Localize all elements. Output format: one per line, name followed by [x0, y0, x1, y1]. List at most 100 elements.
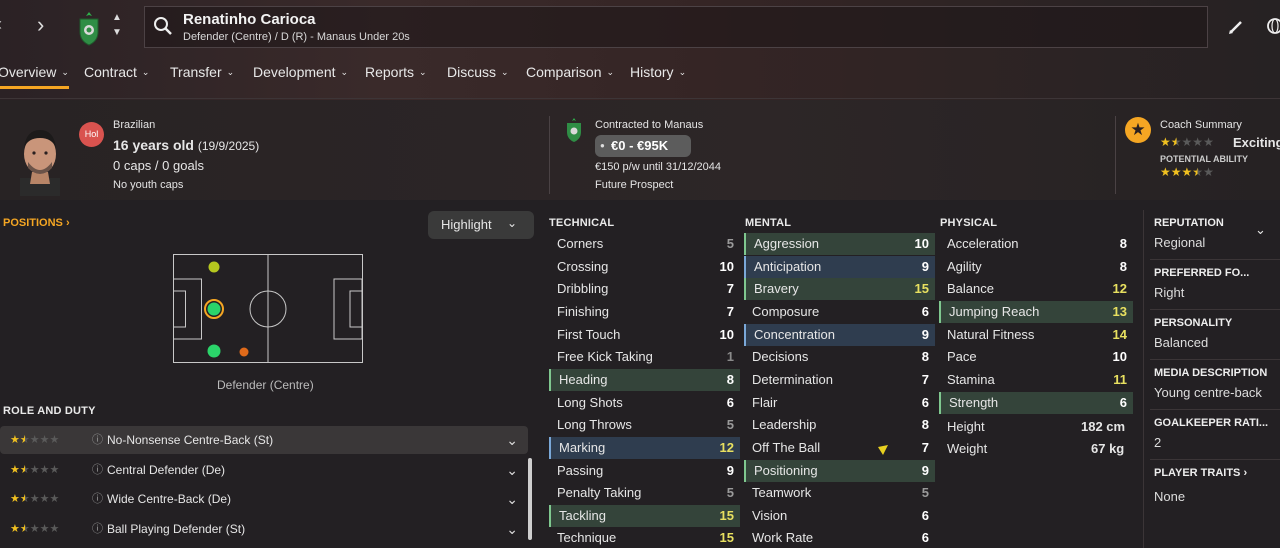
tab-overview[interactable]: Overview ⌄ — [0, 64, 69, 80]
positions-link[interactable]: POSITIONS › — [3, 217, 70, 229]
value-range: €0 - €95K — [611, 138, 669, 153]
attribute-name: Anticipation — [754, 258, 822, 274]
role-stars: ★★★★★ — [10, 523, 60, 536]
forward-icon[interactable]: › — [37, 12, 44, 38]
chevron-down-icon[interactable]: ⌄ — [506, 456, 518, 484]
attribute-value: 6 — [726, 394, 734, 410]
chevron-down-icon[interactable]: ⌄ — [1255, 222, 1266, 238]
attribute-row[interactable]: First Touch 10 — [549, 324, 740, 346]
tab-reports[interactable]: Reports ⌄ — [365, 64, 427, 80]
attribute-row[interactable]: Determination 7 — [744, 369, 935, 391]
pitch-diagram — [173, 254, 363, 363]
media-description-value: Young centre-back — [1154, 385, 1262, 400]
scrollbar[interactable] — [528, 458, 532, 540]
attribute-name: Teamwork — [752, 485, 812, 501]
info-icon[interactable]: ⓘ — [92, 485, 103, 513]
attribute-row[interactable]: Off The Ball 7 — [744, 437, 935, 459]
attribute-value: 11 — [1113, 371, 1127, 387]
tab-discuss[interactable]: Discuss ⌄ — [447, 64, 509, 80]
info-icon[interactable]: ⓘ — [92, 426, 103, 454]
date-of-birth: (19/9/2025) — [197, 139, 260, 153]
player-traits-link[interactable]: PLAYER TRAITS › — [1154, 467, 1247, 479]
attribute-name: Balance — [947, 281, 994, 297]
attribute-row[interactable]: Pace 10 — [939, 346, 1133, 368]
globe-icon[interactable] — [1266, 17, 1280, 37]
tab-transfer[interactable]: Transfer ⌄ — [170, 64, 234, 80]
attribute-row[interactable]: Heading 8 — [549, 368, 740, 391]
reputation-label: REPUTATION — [1154, 217, 1224, 229]
divider — [0, 98, 1280, 99]
attribute-row[interactable]: Flair 6 — [744, 392, 935, 414]
role-stars: ★★★★★ — [10, 463, 60, 476]
role-row[interactable]: ★★★★★ ⓘ Central Defender (De) ⌄ — [0, 456, 528, 484]
attribute-row[interactable]: Long Shots 6 — [549, 392, 740, 414]
attribute-value: 6 — [921, 394, 929, 410]
highlight-dropdown[interactable]: Highlight ⌄ — [428, 211, 534, 239]
value-range-badge[interactable]: ● €0 - €95K — [595, 135, 691, 157]
chevron-down-icon[interactable]: ⌄ — [506, 485, 518, 513]
attribute-row[interactable]: Composure 6 — [744, 301, 935, 323]
scroll-up-icon[interactable]: ▲ — [112, 12, 122, 23]
attribute-row[interactable]: Positioning 9 — [744, 459, 935, 482]
attribute-row[interactable]: Decisions 8 — [744, 346, 935, 368]
info-icon[interactable]: ⓘ — [92, 515, 103, 543]
attribute-row[interactable]: Stamina 11 — [939, 369, 1133, 391]
role-row[interactable]: ★★★★★ ⓘ Ball Playing Defender (St) ⌄ — [0, 515, 528, 543]
chevron-down-icon[interactable]: ⌄ — [506, 426, 518, 454]
attribute-name: First Touch — [557, 326, 621, 342]
attribute-row[interactable]: Jumping Reach 13 — [939, 300, 1133, 323]
attribute-name: Heading — [559, 371, 608, 387]
attribute-name: Natural Fitness — [947, 326, 1035, 342]
pencil-icon[interactable] — [1228, 19, 1244, 35]
attribute-row[interactable]: Marking 12 — [549, 436, 740, 459]
tab-history[interactable]: History ⌄ — [630, 64, 686, 80]
attribute-value: 8 — [1119, 236, 1127, 251]
role-row[interactable]: ★★★★★ ⓘ No-Nonsense Centre-Back (St) ⌄ — [0, 426, 528, 454]
attribute-row[interactable]: Bravery 15 — [744, 278, 935, 301]
tab-development[interactable]: Development ⌄ — [253, 64, 348, 80]
attribute-row[interactable]: Acceleration 8 — [939, 233, 1133, 255]
age: 16 years old — [113, 137, 194, 153]
attribute-row[interactable]: Crossing 10 — [549, 256, 740, 278]
divider — [1115, 116, 1116, 194]
age-line: 16 years old (19/9/2025) — [113, 137, 259, 153]
attribute-row[interactable]: Strength 6 — [939, 391, 1133, 414]
role-row[interactable]: ★★★★★ ⓘ Wide Centre-Back (De) ⌄ — [0, 485, 528, 513]
attribute-row[interactable]: Long Throws 5 — [549, 414, 740, 436]
position-badge: Hol — [79, 122, 104, 147]
attribute-row[interactable]: Anticipation 9 — [744, 255, 935, 278]
attribute-row[interactable]: Tackling 15 — [549, 504, 740, 527]
attribute-row[interactable]: Corners 5 — [549, 233, 740, 255]
attribute-row[interactable]: Free Kick Taking 1 — [549, 346, 740, 368]
back-icon[interactable]: ‹ — [0, 14, 2, 35]
attribute-row[interactable]: Leadership 8 — [744, 414, 935, 436]
info-icon[interactable]: ⓘ — [92, 456, 103, 484]
attribute-name: Dribbling — [557, 281, 609, 297]
attribute-value: 12 — [719, 439, 734, 455]
attribute-row[interactable]: Passing 9 — [549, 460, 740, 482]
chevron-down-icon[interactable]: ⌄ — [506, 515, 518, 543]
scroll-down-icon[interactable]: ▼ — [112, 27, 122, 38]
prospect-status: Future Prospect — [595, 179, 674, 191]
attribute-row[interactable]: Dribbling 7 — [549, 278, 740, 300]
current-ability-stars: ★★★★★ — [1160, 135, 1214, 149]
attribute-row[interactable]: Penalty Taking 5 — [549, 482, 740, 504]
attribute-row[interactable]: Balance 12 — [939, 278, 1133, 300]
tab-comparison[interactable]: Comparison ⌄ — [526, 64, 614, 80]
personality-value: Balanced — [1154, 335, 1209, 350]
position-marker — [207, 302, 221, 316]
tab-contract[interactable]: Contract ⌄ — [84, 64, 149, 80]
attribute-row[interactable]: Work Rate 6 — [744, 527, 935, 548]
attribute-row[interactable]: Aggression 10 — [744, 233, 935, 255]
attribute-row[interactable]: Teamwork 5 — [744, 482, 935, 504]
attribute-name: Aggression — [754, 236, 820, 251]
attribute-row[interactable]: Agility 8 — [939, 256, 1133, 278]
attribute-row[interactable]: Finishing 7 — [549, 301, 740, 323]
role-name: No-Nonsense Centre-Back (St) — [107, 433, 274, 447]
attribute-value: 7 — [921, 371, 929, 387]
attribute-row[interactable]: Concentration 9 — [744, 323, 935, 346]
attribute-row[interactable]: Technique 15 — [549, 527, 740, 548]
search-icon[interactable] — [153, 16, 173, 36]
attribute-row[interactable]: Natural Fitness 14 — [939, 324, 1133, 346]
attribute-row[interactable]: Vision 6 — [744, 505, 935, 527]
